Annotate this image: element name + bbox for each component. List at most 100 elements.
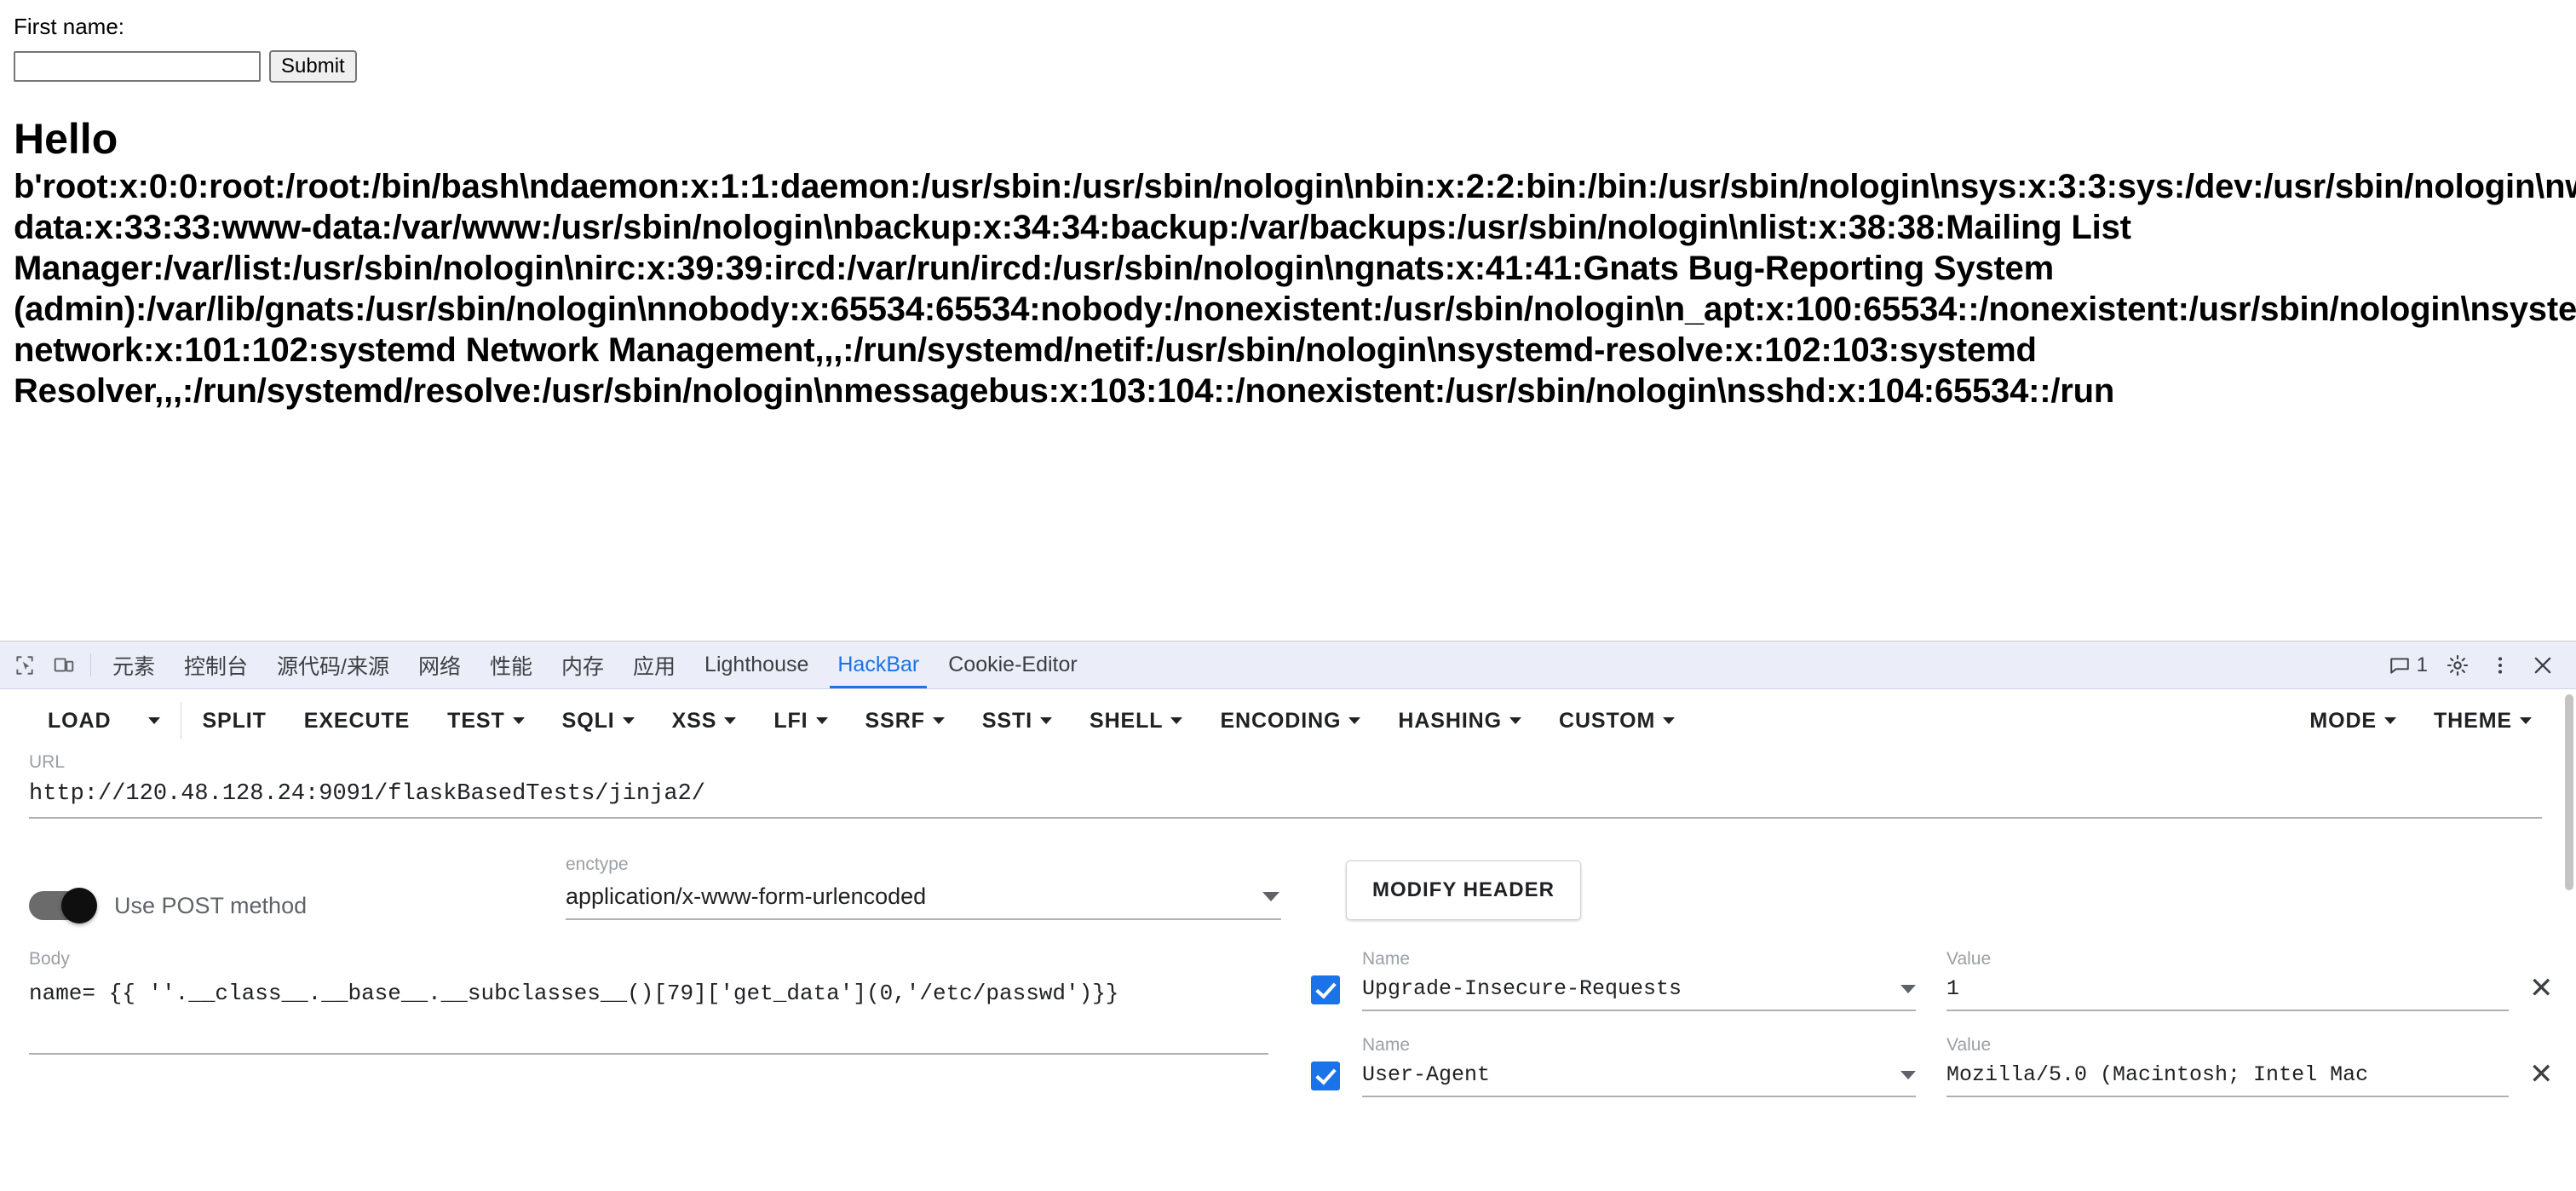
header-name-label: Name (1362, 949, 1411, 969)
hackbar-test-menu[interactable]: TEST (428, 702, 543, 739)
hackbar-lfi-menu[interactable]: LFI (755, 702, 846, 739)
url-input[interactable]: http://120.48.128.24:9091/flaskBasedTest… (29, 778, 2542, 819)
header-name-input[interactable]: Upgrade-Insecure-Requests (1362, 975, 1916, 1011)
close-devtools-icon[interactable] (2523, 646, 2562, 685)
tab-cookie-editor[interactable]: Cookie-Editor (934, 642, 1091, 688)
hackbar-scrollbar-thumb[interactable] (2565, 694, 2573, 890)
remove-header-icon[interactable]: ✕ (2529, 1060, 2554, 1097)
tab-memory[interactable]: 内存 (547, 642, 618, 688)
header-enabled-checkbox[interactable] (1311, 1062, 1340, 1090)
chevron-down-icon (512, 717, 525, 724)
hackbar-shell-menu[interactable]: SHELL (1071, 702, 1201, 739)
chevron-down-icon (1663, 717, 1676, 724)
enctype-label: enctype (566, 854, 629, 874)
url-field-group: URL http://120.48.128.24:9091/flaskBased… (0, 752, 2576, 819)
modify-header-button[interactable]: MODIFY HEADER (1346, 860, 1581, 920)
hackbar-encoding-menu[interactable]: ENCODING (1201, 702, 1379, 739)
headers-list: Name Upgrade-Insecure-Requests Value 1 ✕ (1268, 949, 2554, 1121)
hackbar-mode-menu[interactable]: MODE (2291, 702, 2415, 739)
enctype-value: application/x-www-form-urlencoded (566, 883, 927, 909)
hackbar-xss-menu[interactable]: XSS (653, 702, 756, 739)
hackbar-ssti-menu[interactable]: SSTI (963, 702, 1071, 739)
header-row: Name User-Agent Value Mozilla/5.0 (Macin… (1311, 1035, 2554, 1097)
post-method-toggle-group: Use POST method (29, 888, 566, 923)
hackbar-load-dropdown[interactable] (129, 702, 179, 739)
header-value-field: Value Mozilla/5.0 (Macintosh; Intel Mac (1946, 1035, 2509, 1097)
chevron-down-icon (1348, 717, 1361, 724)
toggle-knob (61, 888, 97, 923)
hackbar-execute-button[interactable]: EXECUTE (285, 702, 428, 739)
console-message-count[interactable]: 1 (2382, 653, 2435, 677)
chevron-down-icon (1900, 984, 1916, 993)
message-count-label: 1 (2416, 653, 2428, 676)
chevron-down-icon (932, 717, 945, 724)
chevron-down-icon (1040, 717, 1052, 724)
tab-performance[interactable]: 性能 (475, 642, 547, 688)
header-value-input[interactable]: 1 (1946, 975, 2509, 1011)
use-post-method-toggle[interactable] (29, 888, 97, 923)
browser-page-viewport: First name: Submit Hello b'root:x:0:0:ro… (0, 0, 2576, 641)
first-name-input[interactable] (14, 51, 261, 83)
submit-button[interactable]: Submit (269, 50, 357, 83)
header-enabled-checkbox[interactable] (1311, 975, 1340, 1004)
hello-heading: Hello (14, 115, 118, 164)
first-name-label: First name: (14, 14, 125, 39)
body-and-headers-row: Body name= {{ ''.__class__.__base__.__su… (0, 949, 2576, 1121)
body-field-group: Body name= {{ ''.__class__.__base__.__su… (29, 949, 1268, 1121)
inspect-element-icon[interactable] (5, 642, 44, 688)
tab-sources[interactable]: 源代码/来源 (262, 642, 404, 688)
hackbar-hashing-menu[interactable]: HASHING (1379, 702, 1540, 739)
toolbar-divider (90, 653, 91, 676)
tab-network[interactable]: 网络 (404, 642, 475, 688)
hackbar-custom-menu[interactable]: CUSTOM (1540, 702, 1693, 739)
hackbar-panel: LOAD SPLIT EXECUTE TEST SQLI XSS LFI SSR… (0, 689, 2576, 1191)
header-name-label: Name (1362, 1035, 1411, 1055)
message-icon (2389, 657, 2409, 674)
settings-gear-icon[interactable] (2438, 646, 2477, 685)
url-label: URL (29, 752, 66, 772)
header-name-value: Upgrade-Insecure-Requests (1362, 976, 1682, 1001)
tab-application[interactable]: 应用 (618, 642, 690, 688)
body-input[interactable]: name= {{ ''.__class__.__base__.__subclas… (29, 975, 1268, 1055)
header-value-label: Value (1946, 949, 1992, 969)
header-name-input[interactable]: User-Agent (1362, 1061, 1916, 1097)
tab-elements[interactable]: 元素 (98, 642, 170, 688)
hackbar-theme-menu[interactable]: THEME (2415, 702, 2550, 739)
request-options-row: Use POST method enctype application/x-ww… (0, 854, 2576, 923)
tab-hackbar[interactable]: HackBar (823, 642, 934, 688)
chevron-down-icon (1262, 892, 1279, 901)
enctype-select[interactable]: application/x-www-form-urlencoded (566, 880, 1281, 920)
name-form-row: Submit (14, 50, 2576, 83)
header-name-value: User-Agent (1362, 1062, 1491, 1087)
hackbar-split-button[interactable]: SPLIT (183, 702, 285, 739)
chevron-down-icon (2384, 717, 2396, 724)
remove-header-icon[interactable]: ✕ (2529, 974, 2554, 1011)
chevron-down-icon (2520, 717, 2532, 724)
more-options-icon[interactable] (2481, 646, 2520, 685)
header-value-label: Value (1946, 1035, 1992, 1055)
tab-console[interactable]: 控制台 (170, 642, 262, 688)
devtools-tab-list: 元素 控制台 源代码/来源 网络 性能 内存 应用 Lighthouse Hac… (98, 642, 2382, 688)
header-value-input[interactable]: Mozilla/5.0 (Macintosh; Intel Mac (1946, 1061, 2509, 1097)
chevron-down-icon (148, 717, 161, 724)
header-name-field: Name User-Agent (1362, 1035, 1916, 1097)
chevron-down-icon (1170, 717, 1183, 724)
tab-lighthouse[interactable]: Lighthouse (690, 642, 823, 688)
header-name-field: Name Upgrade-Insecure-Requests (1362, 949, 1916, 1011)
header-value-value: 1 (1946, 976, 1960, 1001)
hackbar-ssrf-menu[interactable]: SSRF (847, 702, 963, 739)
devtools-panel: 元素 控制台 源代码/来源 网络 性能 内存 应用 Lighthouse Hac… (0, 641, 2576, 1191)
header-value-value: Mozilla/5.0 (Macintosh; Intel Mac (1946, 1062, 2369, 1087)
passwd-output-text: b'root:x:0:0:root:/root:/bin/bash\ndaemo… (14, 167, 2576, 410)
header-row: Name Upgrade-Insecure-Requests Value 1 ✕ (1311, 949, 2554, 1011)
use-post-method-label: Use POST method (114, 892, 308, 918)
device-toolbar-icon[interactable] (44, 642, 83, 688)
chevron-down-icon (622, 717, 635, 724)
hackbar-toolbar: LOAD SPLIT EXECUTE TEST SQLI XSS LFI SSR… (0, 689, 2576, 752)
hackbar-sqli-menu[interactable]: SQLI (543, 702, 653, 739)
hackbar-load-button[interactable]: LOAD (29, 702, 129, 739)
enctype-field-group: enctype application/x-www-form-urlencode… (566, 854, 1281, 920)
chevron-down-icon (1900, 1070, 1916, 1079)
chevron-down-icon (1509, 717, 1521, 724)
devtools-tabbar: 元素 控制台 源代码/来源 网络 性能 内存 应用 Lighthouse Hac… (0, 642, 2576, 689)
